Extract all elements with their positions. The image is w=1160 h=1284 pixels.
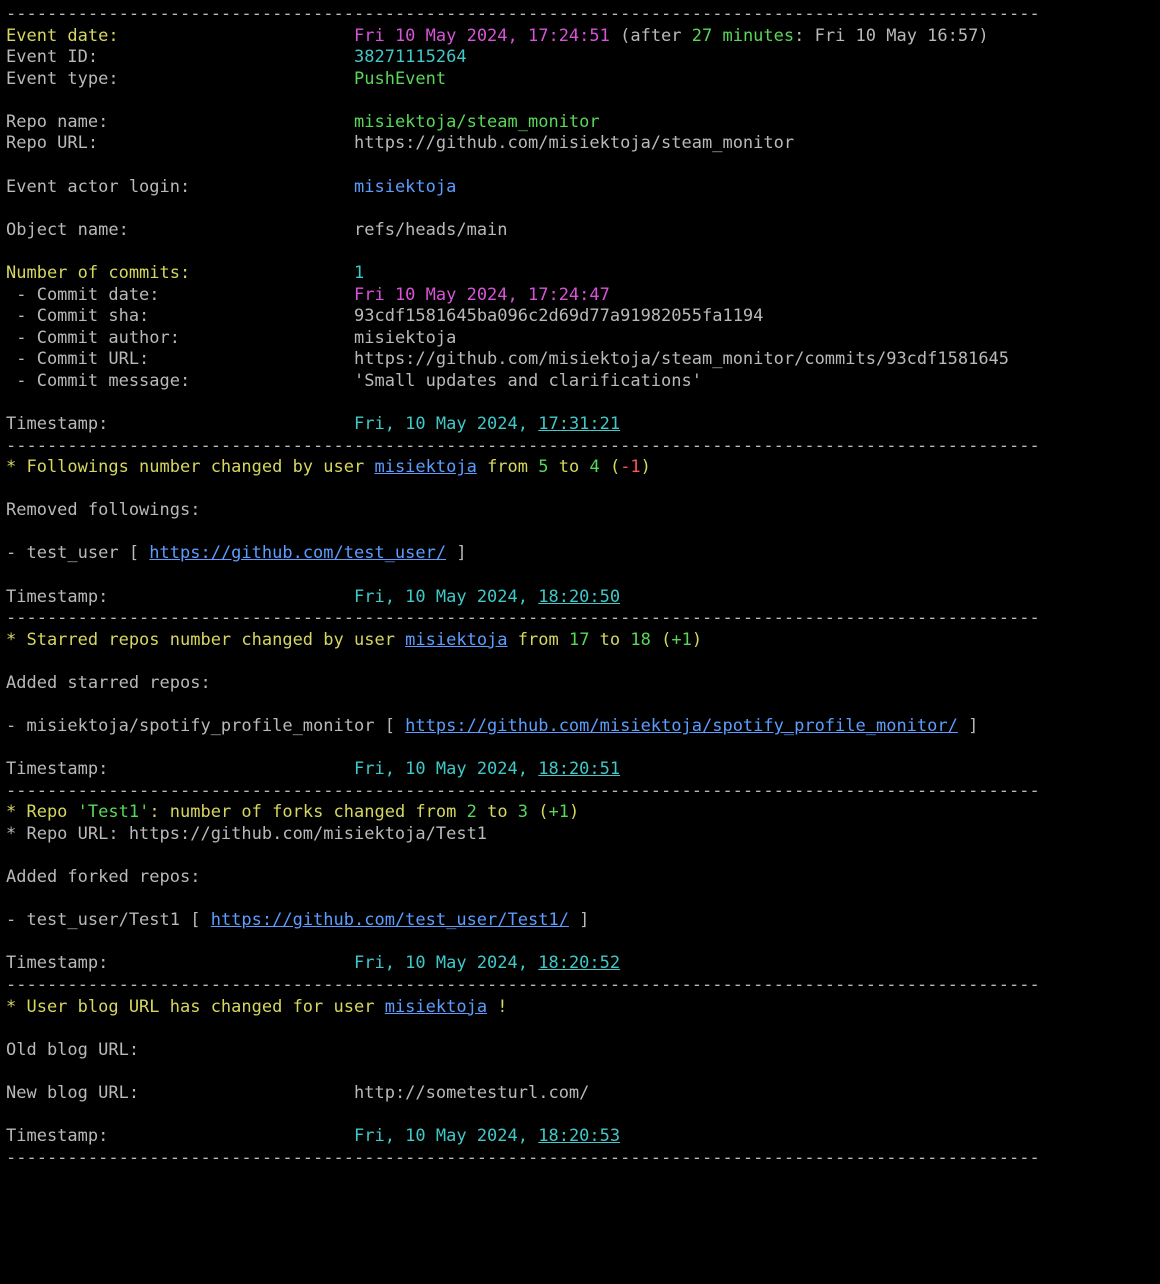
forks-to: 3 bbox=[518, 802, 528, 822]
followings-user[interactable]: misiektoja bbox=[374, 457, 476, 477]
timestamp-time: 18:20:50 bbox=[538, 587, 620, 607]
after-value: 27 minutes bbox=[692, 26, 794, 46]
timestamp-time: 18:20:51 bbox=[538, 759, 620, 779]
label-timestamp: Timestamp: bbox=[6, 759, 108, 779]
repo-url[interactable]: https://github.com/misiektoja/steam_moni… bbox=[354, 133, 794, 153]
label-added-forked: Added forked repos: bbox=[6, 867, 200, 887]
event-id: 38271115264 bbox=[354, 47, 467, 67]
added-forked-url[interactable]: https://github.com/test_user/Test1/ bbox=[211, 910, 569, 930]
label-repo-url: Repo URL: bbox=[6, 133, 98, 153]
removed-item-prefix: - test_user [ bbox=[6, 543, 149, 563]
blog-line: * User blog URL has changed for user bbox=[6, 997, 385, 1017]
label-commit-sha: - Commit sha: bbox=[6, 306, 149, 326]
label-commit-msg: - Commit message: bbox=[6, 371, 190, 391]
label-removed-followings: Removed followings: bbox=[6, 500, 200, 520]
label-old-blog: Old blog URL: bbox=[6, 1040, 139, 1060]
label-timestamp: Timestamp: bbox=[6, 587, 108, 607]
hr: ----------------------------------------… bbox=[6, 4, 1040, 24]
timestamp-time: 17:31:21 bbox=[538, 414, 620, 434]
hr: ----------------------------------------… bbox=[6, 436, 1040, 456]
repo-name: misiektoja/steam_monitor bbox=[354, 112, 600, 132]
label-num-commits: Number of commits: bbox=[6, 263, 190, 283]
terminal-output: ----------------------------------------… bbox=[0, 0, 1160, 1179]
label-event-id: Event ID: bbox=[6, 47, 98, 67]
followings-delta: -1 bbox=[620, 457, 640, 477]
label-event-type: Event type: bbox=[6, 69, 119, 89]
starred-to: 18 bbox=[630, 630, 650, 650]
hr: ----------------------------------------… bbox=[6, 975, 1040, 995]
label-repo-name: Repo name: bbox=[6, 112, 108, 132]
forks-repo-url-line: * Repo URL: https://github.com/misiektoj… bbox=[6, 824, 487, 844]
commit-sha: 93cdf1581645ba096c2d69d77a91982055fa1194 bbox=[354, 306, 763, 326]
forks-repo-name: 'Test1' bbox=[78, 802, 150, 822]
starred-delta: +1 bbox=[671, 630, 691, 650]
timestamp-date: Fri, 10 May 2024, bbox=[354, 414, 538, 434]
label-timestamp: Timestamp: bbox=[6, 953, 108, 973]
commit-author: misiektoja bbox=[354, 328, 456, 348]
starred-line: * Starred repos number changed by user bbox=[6, 630, 405, 650]
label-commit-date: - Commit date: bbox=[6, 285, 160, 305]
actor-login: misiektoja bbox=[354, 177, 456, 197]
removed-item-url[interactable]: https://github.com/test_user/ bbox=[149, 543, 446, 563]
followings-to: 4 bbox=[589, 457, 599, 477]
label-commit-author: - Commit author: bbox=[6, 328, 180, 348]
forks-from: 2 bbox=[467, 802, 477, 822]
hr: ----------------------------------------… bbox=[6, 608, 1040, 628]
label-new-blog: New blog URL: bbox=[6, 1083, 139, 1103]
label-added-starred: Added starred repos: bbox=[6, 673, 211, 693]
added-forked-prefix: - test_user/Test1 [ bbox=[6, 910, 211, 930]
commit-url[interactable]: https://github.com/misiektoja/steam_moni… bbox=[354, 349, 1009, 369]
blog-user[interactable]: misiektoja bbox=[385, 997, 487, 1017]
after-suffix: : Fri 10 May 16:57) bbox=[794, 26, 988, 46]
label-object-name: Object name: bbox=[6, 220, 129, 240]
commit-date: Fri 10 May 2024, 17:24:47 bbox=[354, 285, 610, 305]
timestamp-date: Fri, 10 May 2024, bbox=[354, 759, 538, 779]
label-actor: Event actor login: bbox=[6, 177, 190, 197]
label-timestamp: Timestamp: bbox=[6, 1126, 108, 1146]
followings-from: 5 bbox=[538, 457, 548, 477]
timestamp-date: Fri, 10 May 2024, bbox=[354, 587, 538, 607]
event-date: Fri 10 May 2024, 17:24:51 bbox=[354, 26, 610, 46]
followings-line: * Followings number changed by user bbox=[6, 457, 374, 477]
label-timestamp: Timestamp: bbox=[6, 414, 108, 434]
forks-delta: +1 bbox=[549, 802, 569, 822]
new-blog-value[interactable]: http://sometesturl.com/ bbox=[354, 1083, 589, 1103]
label-event-date: Event date: bbox=[6, 26, 119, 46]
after-prefix: (after bbox=[610, 26, 692, 46]
timestamp-date: Fri, 10 May 2024, bbox=[354, 1126, 538, 1146]
starred-from: 17 bbox=[569, 630, 589, 650]
object-name: refs/heads/main bbox=[354, 220, 508, 240]
event-type: PushEvent bbox=[354, 69, 446, 89]
added-starred-prefix: - misiektoja/spotify_profile_monitor [ bbox=[6, 716, 405, 736]
num-commits: 1 bbox=[354, 263, 364, 283]
forks-line-a: * Repo bbox=[6, 802, 78, 822]
timestamp-date: Fri, 10 May 2024, bbox=[354, 953, 538, 973]
timestamp-time: 18:20:53 bbox=[538, 1126, 620, 1146]
label-commit-url: - Commit URL: bbox=[6, 349, 149, 369]
commit-msg: 'Small updates and clarifications' bbox=[354, 371, 702, 391]
timestamp-time: 18:20:52 bbox=[538, 953, 620, 973]
starred-user[interactable]: misiektoja bbox=[405, 630, 507, 650]
added-starred-url[interactable]: https://github.com/misiektoja/spotify_pr… bbox=[405, 716, 958, 736]
hr: ----------------------------------------… bbox=[6, 1148, 1040, 1168]
hr: ----------------------------------------… bbox=[6, 781, 1040, 801]
